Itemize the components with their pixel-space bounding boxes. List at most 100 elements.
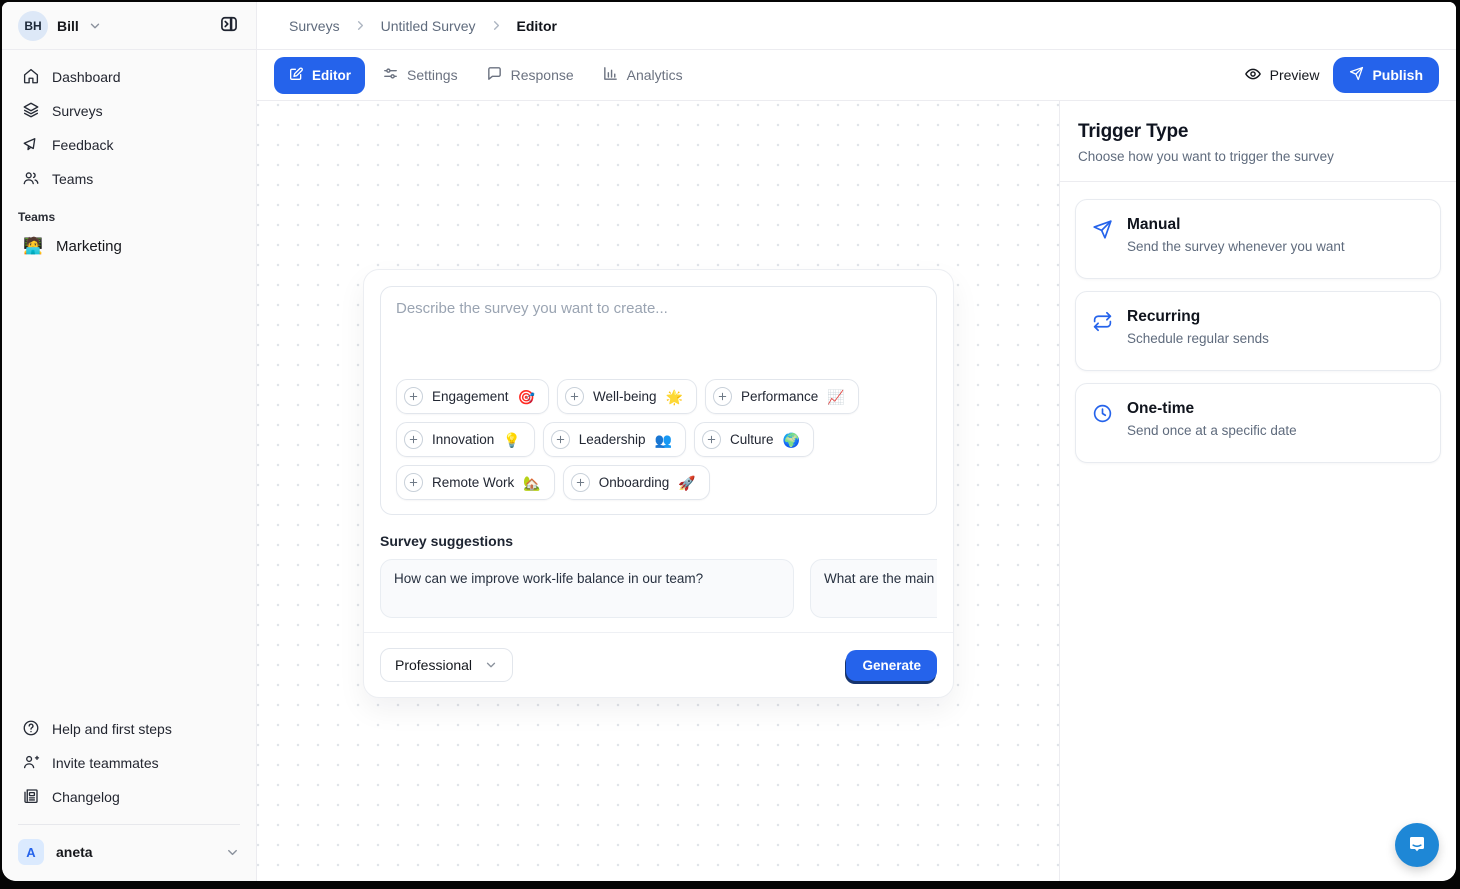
- topic-chip-performance[interactable]: Performance 📈: [705, 379, 859, 414]
- plus-icon: [404, 473, 423, 492]
- tab-label: Response: [511, 67, 574, 83]
- chip-emoji: 💡: [503, 433, 520, 447]
- team-label: Marketing: [56, 238, 122, 255]
- tone-select[interactable]: Professional: [380, 648, 513, 682]
- chip-label: Culture: [730, 432, 774, 447]
- topic-chip-onboarding[interactable]: Onboarding 🚀: [563, 465, 710, 500]
- chip-label: Remote Work: [432, 475, 514, 490]
- survey-prompt-input[interactable]: [396, 300, 921, 366]
- trigger-option-description: Send the survey whenever you want: [1127, 239, 1345, 254]
- chip-label: Performance: [741, 389, 818, 404]
- chat-launcher-button[interactable]: [1395, 823, 1439, 867]
- eye-icon: [1244, 65, 1262, 86]
- chat-smile-icon: [1405, 832, 1429, 859]
- chip-emoji: 🚀: [678, 476, 695, 490]
- plus-icon: [702, 430, 721, 449]
- app-window: BH Bill Dashboard Surv: [2, 2, 1456, 881]
- trigger-option-description: Schedule regular sends: [1127, 331, 1269, 346]
- tab-label: Settings: [407, 67, 458, 83]
- chip-emoji: 🎯: [518, 390, 535, 404]
- suggestion-card[interactable]: What are the main ob: [810, 559, 937, 618]
- sidebar-item-surveys[interactable]: Surveys: [14, 94, 244, 128]
- chip-label: Leadership: [579, 432, 646, 447]
- sidebar-item-label: Teams: [52, 171, 93, 187]
- tab-settings[interactable]: Settings: [371, 57, 469, 93]
- chip-emoji: 🌟: [666, 390, 683, 404]
- pencil-square-icon: [288, 66, 304, 85]
- user-name: aneta: [56, 844, 93, 860]
- survey-generator-card: Engagement 🎯 Well-being 🌟: [363, 269, 954, 698]
- generate-button[interactable]: Generate: [846, 650, 937, 681]
- sidebar: BH Bill Dashboard Surv: [2, 2, 257, 881]
- sidebar-item-changelog[interactable]: Changelog: [14, 780, 244, 814]
- tab-response[interactable]: Response: [475, 57, 585, 93]
- trigger-panel-subtitle: Choose how you want to trigger the surve…: [1078, 149, 1438, 164]
- plus-icon: [565, 387, 584, 406]
- sidebar-item-help[interactable]: Help and first steps: [14, 712, 244, 746]
- sidebar-item-label: Surveys: [52, 103, 103, 119]
- chat-bubble-icon: [486, 65, 503, 85]
- chip-label: Engagement: [432, 389, 509, 404]
- newspaper-icon: [22, 787, 40, 808]
- suggestions-list: How can we improve work-life balance in …: [380, 559, 937, 618]
- topic-chip-culture[interactable]: Culture 🌍: [694, 422, 814, 457]
- sidebar-item-label: Help and first steps: [52, 721, 172, 737]
- trigger-option-title: Recurring: [1127, 308, 1269, 326]
- tab-editor[interactable]: Editor: [274, 57, 365, 94]
- editor-toolbar: Editor Settings Response Analytics: [257, 50, 1456, 101]
- tab-analytics[interactable]: Analytics: [591, 57, 694, 93]
- sidebar-item-label: Feedback: [52, 137, 113, 153]
- tone-select-value: Professional: [395, 657, 472, 673]
- sidebar-item-team-marketing[interactable]: 🧑‍💻 Marketing: [14, 228, 244, 264]
- trigger-option-manual[interactable]: Manual Send the survey whenever you want: [1075, 199, 1441, 279]
- sidebar-collapse-button[interactable]: [214, 11, 244, 41]
- preview-label: Preview: [1270, 67, 1320, 83]
- bar-chart-icon: [602, 65, 619, 85]
- user-plus-icon: [22, 753, 40, 774]
- trigger-panel-title: Trigger Type: [1078, 121, 1438, 143]
- editor-canvas: Engagement 🎯 Well-being 🌟: [257, 101, 1059, 881]
- topic-chip-leadership[interactable]: Leadership 👥: [543, 422, 686, 457]
- topic-chip-remote-work[interactable]: Remote Work 🏡: [396, 465, 555, 500]
- publish-button[interactable]: Publish: [1333, 57, 1439, 93]
- divider: [18, 824, 240, 825]
- workspace-avatar: BH: [18, 11, 48, 41]
- chevron-down-icon: [484, 658, 498, 672]
- sidebar-footer-nav: Help and first steps Invite teammates Ch…: [2, 708, 256, 814]
- suggestions-title: Survey suggestions: [380, 533, 937, 549]
- trigger-option-one-time[interactable]: One-time Send once at a specific date: [1075, 383, 1441, 463]
- sidebar-item-teams[interactable]: Teams: [14, 162, 244, 196]
- sidebar-item-dashboard[interactable]: Dashboard: [14, 60, 244, 94]
- sidebar-item-invite[interactable]: Invite teammates: [14, 746, 244, 780]
- workspace-switcher[interactable]: BH Bill: [2, 2, 256, 50]
- breadcrumb-surveys[interactable]: Surveys: [289, 18, 340, 34]
- preview-button[interactable]: Preview: [1244, 65, 1320, 86]
- prompt-box: Engagement 🎯 Well-being 🌟: [380, 286, 937, 515]
- user-menu[interactable]: A aneta: [2, 829, 256, 881]
- sidebar-item-feedback[interactable]: Feedback: [14, 128, 244, 162]
- help-circle-icon: [22, 719, 40, 740]
- topic-chip-list: Engagement 🎯 Well-being 🌟: [396, 379, 921, 500]
- trigger-option-recurring[interactable]: Recurring Schedule regular sends: [1075, 291, 1441, 371]
- sidebar-item-label: Changelog: [52, 789, 120, 805]
- breadcrumb: Surveys Untitled Survey Editor: [257, 2, 1456, 50]
- topic-chip-well-being[interactable]: Well-being 🌟: [557, 379, 697, 414]
- topic-chip-engagement[interactable]: Engagement 🎯: [396, 379, 549, 414]
- plus-icon: [551, 430, 570, 449]
- suggestion-card[interactable]: How can we improve work-life balance in …: [380, 559, 794, 618]
- teams-section-label: Teams: [2, 196, 256, 228]
- generator-footer: Professional Generate: [364, 632, 953, 697]
- breadcrumb-untitled-survey[interactable]: Untitled Survey: [381, 18, 476, 34]
- user-avatar: A: [18, 839, 44, 865]
- sidebar-item-label: Dashboard: [52, 69, 121, 85]
- send-icon: [1349, 66, 1364, 84]
- chip-label: Well-being: [593, 389, 657, 404]
- send-icon: [1092, 216, 1113, 245]
- trigger-option-title: Manual: [1127, 216, 1345, 234]
- breadcrumb-editor: Editor: [517, 18, 557, 34]
- chip-emoji: 🏡: [523, 476, 540, 490]
- chip-emoji: 🌍: [783, 433, 800, 447]
- tab-label: Editor: [312, 68, 351, 83]
- topic-chip-innovation[interactable]: Innovation 💡: [396, 422, 535, 457]
- chip-label: Onboarding: [599, 475, 670, 490]
